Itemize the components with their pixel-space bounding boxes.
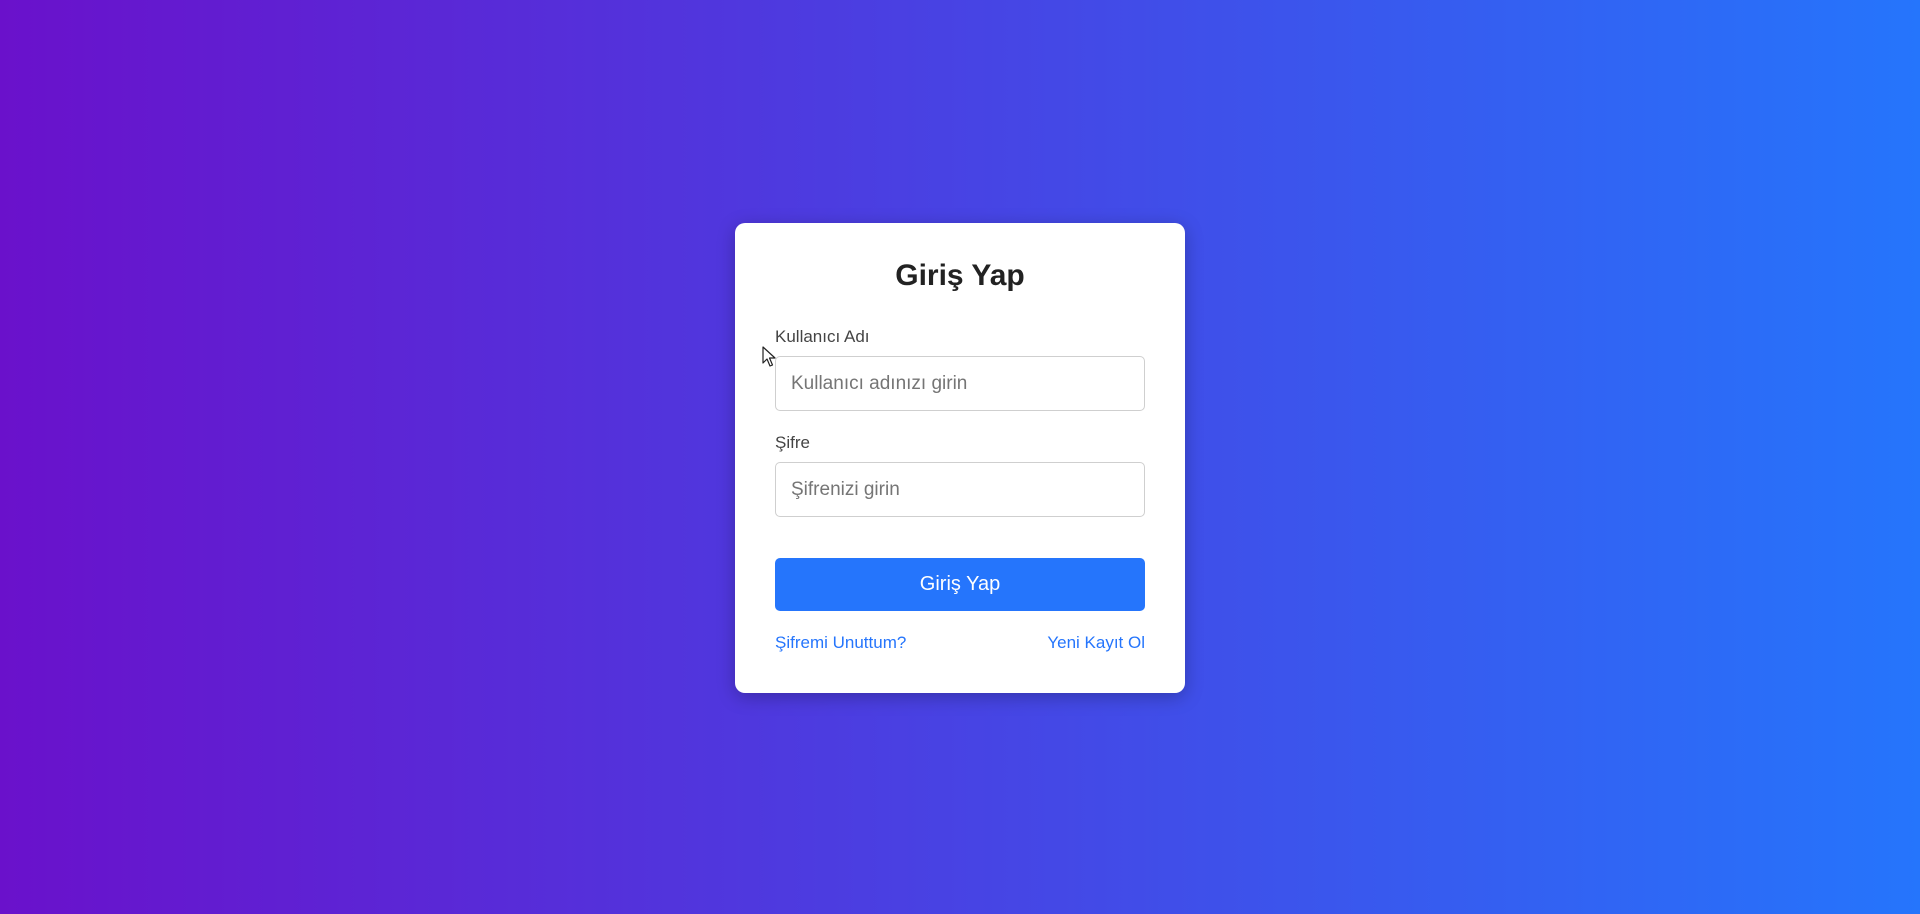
auth-links: Şifremi Unuttum? Yeni Kayıt Ol [775, 632, 1145, 654]
login-button[interactable]: Giriş Yap [775, 558, 1145, 611]
forgot-password-link[interactable]: Şifremi Unuttum? [775, 632, 906, 654]
password-field-group: Şifre [775, 433, 1145, 517]
username-input[interactable] [775, 356, 1145, 411]
login-title: Giriş Yap [895, 259, 1025, 292]
login-card: Giriş Yap Kullanıcı Adı Şifre Giriş Yap … [735, 223, 1185, 693]
username-field-group: Kullanıcı Adı [775, 327, 1145, 411]
mouse-pointer-icon [762, 346, 776, 367]
username-label: Kullanıcı Adı [775, 327, 870, 346]
password-label: Şifre [775, 433, 810, 452]
password-input[interactable] [775, 462, 1145, 517]
register-link[interactable]: Yeni Kayıt Ol [1047, 632, 1145, 654]
